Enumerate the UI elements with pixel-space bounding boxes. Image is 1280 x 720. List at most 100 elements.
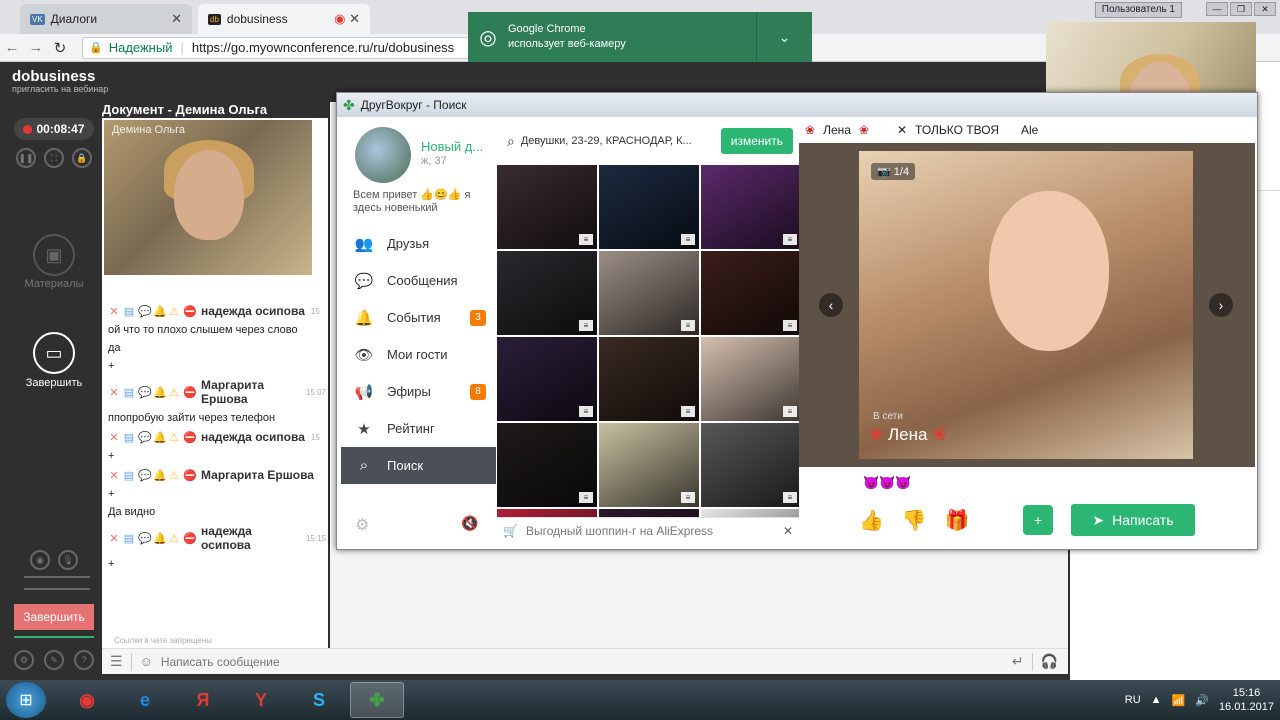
chevron-right-icon[interactable]: › xyxy=(1209,293,1233,317)
tray-expand-icon[interactable]: ▲ xyxy=(1151,694,1162,706)
copy-icon[interactable]: ▤ xyxy=(123,431,135,444)
result-photo[interactable]: ≡ xyxy=(497,165,597,249)
profile-tab-3[interactable]: Ale xyxy=(1021,123,1038,137)
result-photo[interactable]: ≡ xyxy=(497,423,597,507)
ban-icon[interactable]: ⛔ xyxy=(183,469,197,482)
network-icon[interactable]: 📶 xyxy=(1172,694,1186,707)
result-photo[interactable]: ≡ xyxy=(599,251,699,335)
profile-tab-2[interactable]: ТОЛЬКО ТВОЯ xyxy=(915,123,999,137)
result-photo[interactable]: ≡ xyxy=(701,509,799,517)
volume-slider[interactable] xyxy=(24,576,90,578)
chat-author[interactable]: Маргарита Ершова xyxy=(201,468,314,482)
help-icon[interactable]: ? xyxy=(74,650,94,670)
search-query[interactable]: Девушки, 23-29, КРАСНОДАР, К... xyxy=(521,135,692,147)
ban-icon[interactable]: ⛔ xyxy=(183,305,197,318)
tab-dobusiness[interactable]: db dobusiness ◉ ✕ xyxy=(198,4,370,34)
tab-dialogs[interactable]: VK Диалоги ✕ xyxy=(20,4,192,34)
avatar[interactable] xyxy=(355,127,411,183)
message-icon[interactable]: ≡ xyxy=(681,492,695,503)
profile-tab-lena[interactable]: Лена xyxy=(823,123,851,137)
reply-icon[interactable]: 💬 xyxy=(138,431,152,444)
drugvokrug-taskbar-icon[interactable]: ✤ xyxy=(350,682,404,718)
finish-button[interactable]: Завершить xyxy=(14,604,94,630)
headset-icon[interactable]: 🎧 xyxy=(1041,653,1058,670)
maximize-icon[interactable]: ❐ xyxy=(1230,2,1252,16)
message-icon[interactable]: ≡ xyxy=(783,234,797,245)
menu-item-5[interactable]: ★ Рейтинг xyxy=(341,410,496,447)
lock-icon[interactable]: 🔒 xyxy=(72,148,92,168)
ban-icon[interactable]: ⛔ xyxy=(183,386,197,399)
pause-icon[interactable]: ❚❚ xyxy=(16,148,36,168)
presentation-icon[interactable]: ▭ xyxy=(33,332,75,374)
dislike-icon[interactable]: 👎 xyxy=(902,508,927,533)
close-icon[interactable]: ◉ ✕ xyxy=(334,11,360,27)
reply-icon[interactable]: 💬 xyxy=(138,305,152,318)
change-filter-button[interactable]: изменить xyxy=(720,128,793,154)
url-input[interactable]: 🔒 Надежный | https://go.myownconference.… xyxy=(82,36,482,59)
close-icon[interactable]: ✕ xyxy=(783,524,793,538)
close-icon[interactable]: ✕ xyxy=(897,123,907,137)
yandex-browser-taskbar-icon[interactable]: Y xyxy=(234,682,288,718)
minimize-icon[interactable]: — xyxy=(1206,2,1228,16)
start-button[interactable]: ⊞ xyxy=(6,682,46,718)
bell-icon[interactable]: 🔔 xyxy=(153,469,167,482)
delete-icon[interactable]: ✕ xyxy=(108,386,120,399)
result-photo[interactable]: ≡ xyxy=(701,251,799,335)
result-photo[interactable]: ≡ xyxy=(701,337,799,421)
gift-icon[interactable]: 🎁 xyxy=(945,508,970,533)
bell-icon[interactable]: 🔔 xyxy=(153,305,167,318)
result-photo[interactable]: ≡ xyxy=(497,509,597,517)
presenter-video[interactable]: Демина Ольга xyxy=(104,120,312,275)
warn-icon[interactable]: ⚠ xyxy=(168,431,180,444)
chat-message-input[interactable] xyxy=(160,654,1001,669)
menu-item-4[interactable]: 📢 Эфиры 8 xyxy=(341,373,496,410)
enter-icon[interactable]: ↵ xyxy=(1012,653,1024,670)
settings-icon[interactable]: ⚙ xyxy=(14,650,34,670)
message-icon[interactable]: ≡ xyxy=(681,234,695,245)
warn-icon[interactable]: ⚠ xyxy=(168,386,180,399)
result-photo[interactable]: ≡ xyxy=(599,423,699,507)
invite-link[interactable]: пригласить на вебинар xyxy=(12,84,108,94)
forward-icon[interactable]: → xyxy=(24,39,48,56)
delete-icon[interactable]: ✕ xyxy=(108,469,120,482)
message-icon[interactable]: ≡ xyxy=(579,234,593,245)
reply-icon[interactable]: 💬 xyxy=(138,532,152,545)
menu-icon[interactable]: ☰ xyxy=(110,653,123,670)
chat-author[interactable]: надежда осипова xyxy=(201,430,305,444)
reload-icon[interactable]: ↻ xyxy=(48,39,72,57)
message-icon[interactable]: ≡ xyxy=(579,406,593,417)
result-photo[interactable]: ≡ xyxy=(701,423,799,507)
volume-icon[interactable]: 🔊 xyxy=(1195,694,1209,707)
bell-icon[interactable]: 🔔 xyxy=(153,386,167,399)
result-photo[interactable]: ≡ xyxy=(497,337,597,421)
message-icon[interactable]: ≡ xyxy=(579,320,593,331)
tools-icon[interactable]: ✎ xyxy=(44,650,64,670)
chevron-down-icon[interactable]: ⌄ xyxy=(756,12,812,62)
webcam-notification[interactable]: ◎ Google Chrome использует веб-камеру ⌄ xyxy=(468,12,812,62)
profile-photo[interactable]: 📷 1/4 ‹ › В сети ❀ Лена ❀ xyxy=(799,143,1255,467)
delete-icon[interactable]: ✕ xyxy=(108,305,120,318)
menu-item-3[interactable]: 👁 Мои гости xyxy=(341,336,496,373)
back-icon[interactable]: ← xyxy=(0,39,24,56)
ban-icon[interactable]: ⛔ xyxy=(183,431,197,444)
camera-icon[interactable]: ◉ xyxy=(30,550,50,570)
message-icon[interactable]: ≡ xyxy=(783,492,797,503)
mic-slider[interactable] xyxy=(24,588,90,590)
ad-banner[interactable]: 🛒 Выгодный шоппин-г на AliExpress ✕ xyxy=(497,517,799,543)
reply-icon[interactable]: 💬 xyxy=(138,386,152,399)
emoji-icon[interactable]: ☺ xyxy=(140,654,153,669)
skype-taskbar-icon[interactable]: S xyxy=(292,682,346,718)
result-photo[interactable]: ≡ xyxy=(497,251,597,335)
result-photo[interactable]: ≡ xyxy=(701,165,799,249)
dv-titlebar[interactable]: ✤ ДругВокруг - Поиск xyxy=(337,93,1257,117)
message-icon[interactable]: ≡ xyxy=(681,320,695,331)
user-name[interactable]: Новый д... xyxy=(421,139,483,154)
copy-icon[interactable]: ▤ xyxy=(123,532,135,545)
yandex-taskbar-icon[interactable]: Я xyxy=(176,682,230,718)
gear-icon[interactable]: ⚙ xyxy=(355,515,369,535)
menu-item-1[interactable]: 💬 Сообщения xyxy=(341,262,496,299)
clock[interactable]: 15:16 16.01.2017 xyxy=(1219,686,1274,714)
message-icon[interactable]: ≡ xyxy=(783,320,797,331)
message-icon[interactable]: ≡ xyxy=(783,406,797,417)
result-photo[interactable]: ≡ xyxy=(599,509,699,517)
